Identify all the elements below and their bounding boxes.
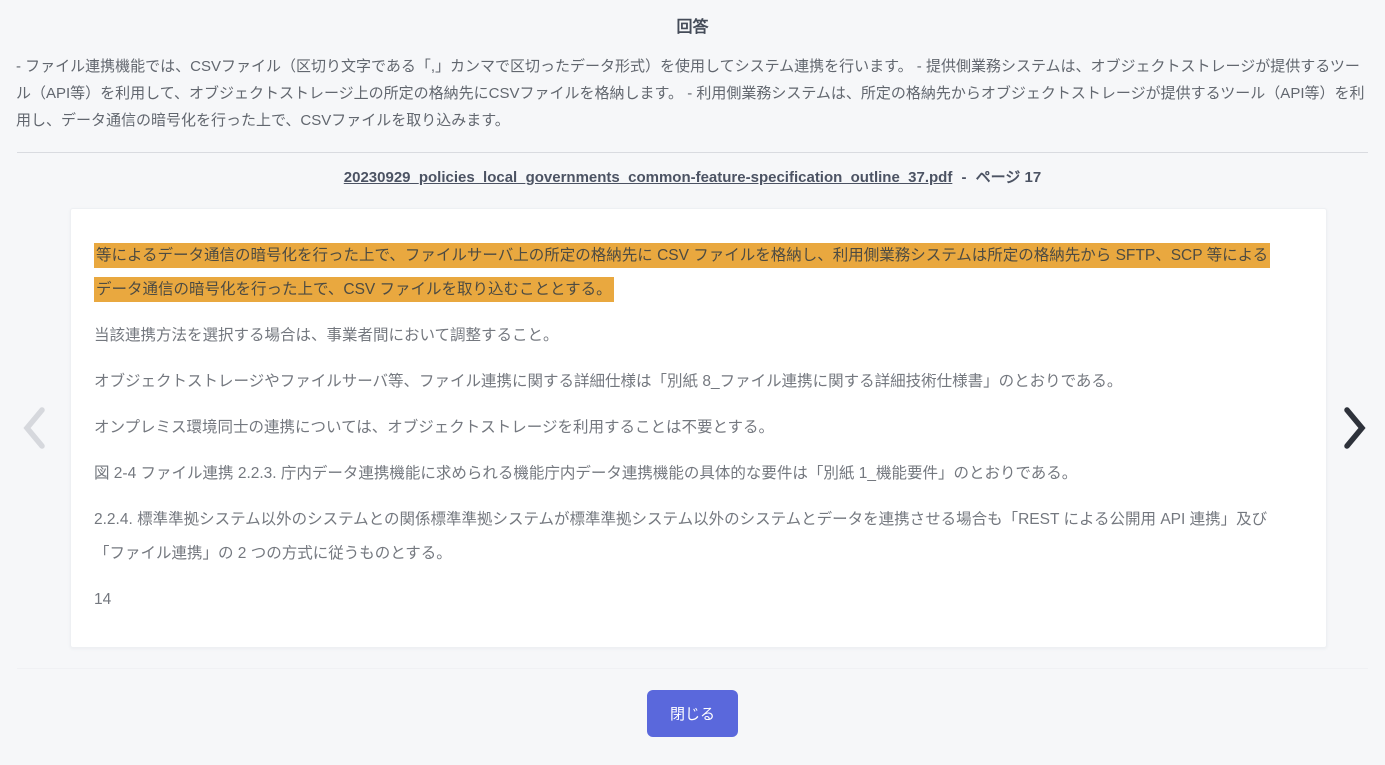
source-separator: -	[961, 169, 967, 186]
source-page-label: ページ 17	[975, 169, 1042, 186]
chevron-right-icon	[1344, 407, 1366, 449]
document-paragraph: 当該連携方法を選択する場合は、事業者間において調整すること。	[94, 327, 559, 344]
divider	[17, 152, 1368, 153]
document-highlight-paragraph: 等によるデータ通信の暗号化を行った上で、ファイルサーバ上の所定の格納先に CSV…	[94, 239, 1281, 307]
answer-modal: 回答 - ファイル連携機能では、CSVファイル（区切り文字である「,」カンマで区…	[0, 0, 1385, 737]
close-button[interactable]: 閉じる	[646, 690, 738, 737]
document-paragraph: オンプレミス環境同士の連携については、オブジェクトストレージを利用することは不要…	[94, 419, 774, 436]
modal-title: 回答	[676, 19, 709, 36]
document-preview-card: 等によるデータ通信の暗号化を行った上で、ファイルサーバ上の所定の格納先に CSV…	[70, 208, 1327, 648]
document-paragraph: 2.2.4. 標準準拠システム以外のシステムとの関係標準準拠システムが標準準拠シ…	[94, 511, 1268, 562]
next-page-button[interactable]	[1333, 401, 1377, 455]
prev-page-button[interactable]	[12, 401, 56, 455]
source-pdf-link[interactable]: 20230929_policies_local_governments_comm…	[344, 169, 953, 186]
document-paragraph: オブジェクトストレージやファイルサーバ等、ファイル連携に関する詳細仕様は「別紙 …	[94, 373, 1123, 390]
document-paragraph: 図 2-4 ファイル連携 2.2.3. 庁内データ連携機能に求められる機能庁内デ…	[94, 465, 1078, 482]
highlighted-passage: 等によるデータ通信の暗号化を行った上で、ファイルサーバ上の所定の格納先に CSV…	[94, 243, 1271, 302]
document-page-number: 14	[94, 591, 112, 608]
modal-footer: 閉じる	[17, 668, 1368, 737]
answer-text: - ファイル連携機能では、CSVファイル（区切り文字である「,」カンマで区切った…	[16, 58, 1365, 129]
source-citation: 20230929_policies_local_governments_comm…	[0, 166, 1385, 187]
chevron-left-icon	[23, 407, 45, 449]
